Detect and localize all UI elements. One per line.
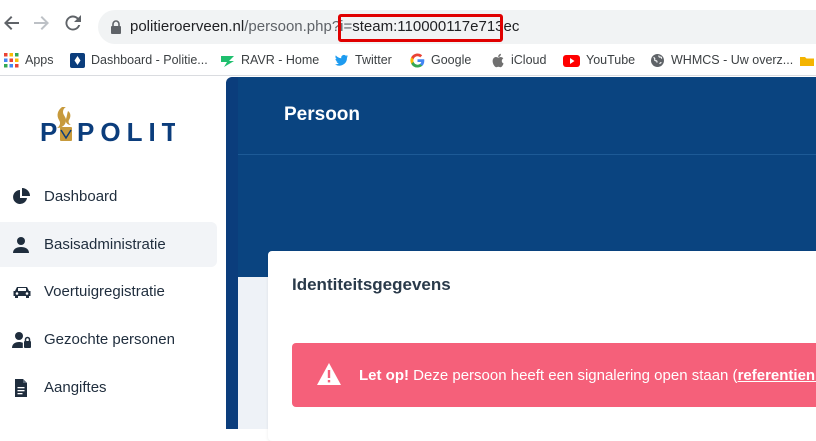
alert-message: Let op! Deze persoon heeft een signaleri… (359, 367, 816, 384)
bookmark-label: Google (431, 53, 472, 67)
pie-chart-icon (12, 187, 30, 206)
bookmark-google[interactable]: Google (410, 51, 471, 69)
alert-body: Deze persoon heeft een signalering open … (409, 367, 738, 384)
globe-icon (650, 53, 665, 68)
apple-icon (490, 53, 505, 68)
warning-triangle-icon (316, 362, 342, 386)
twitter-icon (334, 53, 349, 68)
forward-arrow-icon[interactable] (32, 14, 50, 32)
bookmark-label: YouTube (586, 53, 636, 67)
card-title: Identiteitsgegevens (292, 275, 451, 294)
sidebar-item-label: Voertuigregistratie (44, 283, 165, 300)
bookmark-label: Apps (25, 53, 54, 67)
sidebar-item-basisadministratie[interactable]: Basisadministratie (0, 222, 217, 267)
bookmark-icloud[interactable]: iCloud (490, 51, 546, 69)
youtube-icon (563, 53, 580, 68)
alert-reference-link[interactable]: referentienum (738, 367, 816, 384)
sidebar-item-label: Basisadministratie (44, 236, 166, 253)
page-title: Persoon (284, 104, 361, 125)
document-icon (12, 378, 30, 397)
sidebar-item-label: Aangiftes (44, 379, 107, 396)
bookmark-overflow[interactable] (800, 51, 814, 69)
police-badge-icon (70, 52, 85, 68)
user-icon (12, 236, 30, 254)
reload-icon[interactable] (64, 14, 82, 32)
sidebar-item-label: Dashboard (44, 188, 118, 205)
svg-text:P: P (40, 117, 58, 147)
back-arrow-icon[interactable] (3, 14, 21, 32)
bookmark-twitter[interactable]: Twitter (334, 51, 392, 69)
lock-icon (110, 20, 122, 34)
url-path: /persoon.php?i= (244, 18, 353, 35)
bookmark-dashboard[interactable]: Dashboard - Politie... (70, 51, 208, 69)
logo-text: POLITIE (77, 117, 175, 147)
sidebar-item-gezochte-personen[interactable]: Gezochte personen (0, 317, 217, 362)
politie-logo: P POLITIE (40, 103, 214, 149)
car-icon (12, 283, 32, 301)
sidebar-divider (226, 77, 238, 429)
bookmark-label: WHMCS - Uw overz... (671, 53, 794, 67)
bookmark-ravr[interactable]: RAVR - Home (220, 51, 319, 69)
bookmarks-bar: Apps Dashboard - Politie... RAVR - Home … (0, 44, 816, 76)
folder-icon (800, 53, 814, 68)
sidebar-item-voertuigregistratie[interactable]: Voertuigregistratie (0, 269, 217, 314)
google-icon (410, 53, 425, 68)
bookmark-label: iCloud (511, 53, 547, 67)
user-lock-icon (12, 331, 32, 349)
bookmark-label: Dashboard - Politie... (91, 53, 208, 67)
sidebar-item-label: Gezochte personen (44, 331, 175, 348)
sidebar-item-dashboard[interactable]: Dashboard (0, 174, 217, 219)
bookmark-apps[interactable]: Apps (4, 51, 54, 69)
bookmark-whmcs[interactable]: WHMCS - Uw overz... (650, 51, 793, 69)
bookmark-label: RAVR - Home (241, 53, 320, 67)
sidebar-item-aangiftes[interactable]: Aangiftes (0, 365, 217, 410)
header-divider (238, 154, 816, 155)
browser-toolbar: politieroerveen.nl/persoon.php?i=steam:1… (0, 0, 816, 44)
apps-grid-icon (4, 52, 19, 68)
bookmark-youtube[interactable]: YouTube (563, 51, 635, 69)
bookmark-label: Twitter (355, 53, 392, 67)
url-highlight-box (338, 14, 503, 42)
url-host: politieroerveen.nl (130, 18, 245, 35)
alert-strong: Let op! (359, 367, 409, 384)
ravr-logo-icon (220, 53, 235, 68)
